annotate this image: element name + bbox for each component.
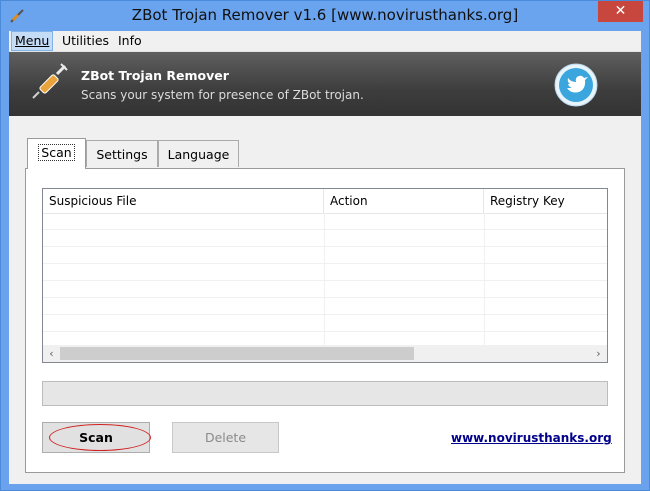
grid-divider: [484, 213, 485, 345]
tab-scan[interactable]: Scan: [27, 138, 86, 169]
app-window: ZBot Trojan Remover v1.6 [www.novirustha…: [0, 0, 650, 491]
tab-settings[interactable]: Settings: [86, 140, 158, 167]
header-banner: ZBot Trojan Remover Scans your system fo…: [9, 52, 641, 116]
empty-grid-row: [43, 213, 607, 230]
column-action[interactable]: Action: [324, 189, 484, 213]
empty-grid-row: [43, 298, 607, 315]
menu-info[interactable]: Info: [115, 32, 145, 50]
title-bar[interactable]: ZBot Trojan Remover v1.6 [www.novirustha…: [1, 1, 649, 31]
close-button[interactable]: ✕: [598, 1, 643, 22]
empty-grid-row: [43, 315, 607, 332]
empty-grid-row: [43, 230, 607, 247]
scan-tab-body: Suspicious File Action Registry Key ‹ › …: [25, 168, 625, 473]
menu-menu-label: Menu: [15, 33, 50, 48]
main-panel: Scan Settings Language Suspicious File A…: [9, 118, 641, 484]
scroll-left-icon[interactable]: ‹: [43, 345, 60, 362]
scan-button[interactable]: Scan: [42, 422, 151, 453]
empty-grid-row: [43, 264, 607, 281]
results-list[interactable]: Suspicious File Action Registry Key ‹ ›: [42, 188, 608, 363]
scan-progress-bar: [42, 381, 608, 406]
results-list-header: Suspicious File Action Registry Key: [43, 189, 607, 214]
tab-language[interactable]: Language: [158, 140, 239, 167]
banner-title: ZBot Trojan Remover: [81, 68, 229, 83]
column-registry-key[interactable]: Registry Key: [484, 189, 607, 213]
tab-settings-label: Settings: [96, 147, 148, 162]
menu-menu[interactable]: Menu: [11, 31, 54, 51]
website-link[interactable]: www.novirusthanks.org: [451, 431, 612, 445]
scrollbar-thumb[interactable]: [60, 347, 414, 360]
empty-grid-row: [43, 247, 607, 264]
menu-info-label: Info: [118, 33, 142, 48]
delete-button-label: Delete: [204, 430, 247, 445]
banner-subtitle: Scans your system for presence of ZBot t…: [81, 88, 364, 102]
horizontal-scrollbar[interactable]: ‹ ›: [43, 345, 607, 362]
scroll-right-icon[interactable]: ›: [590, 345, 607, 362]
client-area: Menu Utilities Info ZBot Trojan Remover …: [9, 31, 641, 484]
highlight-ellipse: [49, 424, 151, 451]
syringe-icon[interactable]: [9, 8, 25, 24]
twitter-bird-icon[interactable]: [553, 62, 599, 108]
tab-scan-label: Scan: [38, 144, 75, 161]
column-suspicious-file[interactable]: Suspicious File: [43, 189, 324, 213]
tab-language-label: Language: [167, 147, 230, 162]
empty-grid-row: [43, 281, 607, 298]
delete-button[interactable]: Delete: [172, 422, 279, 453]
menu-bar: Menu Utilities Info: [9, 31, 641, 52]
menu-utilities-label: Utilities: [62, 33, 110, 48]
grid-divider: [324, 213, 325, 345]
syringe-icon: [32, 63, 68, 99]
menu-utilities[interactable]: Utilities: [59, 32, 112, 50]
window-title: ZBot Trojan Remover v1.6 [www.novirustha…: [131, 6, 519, 24]
